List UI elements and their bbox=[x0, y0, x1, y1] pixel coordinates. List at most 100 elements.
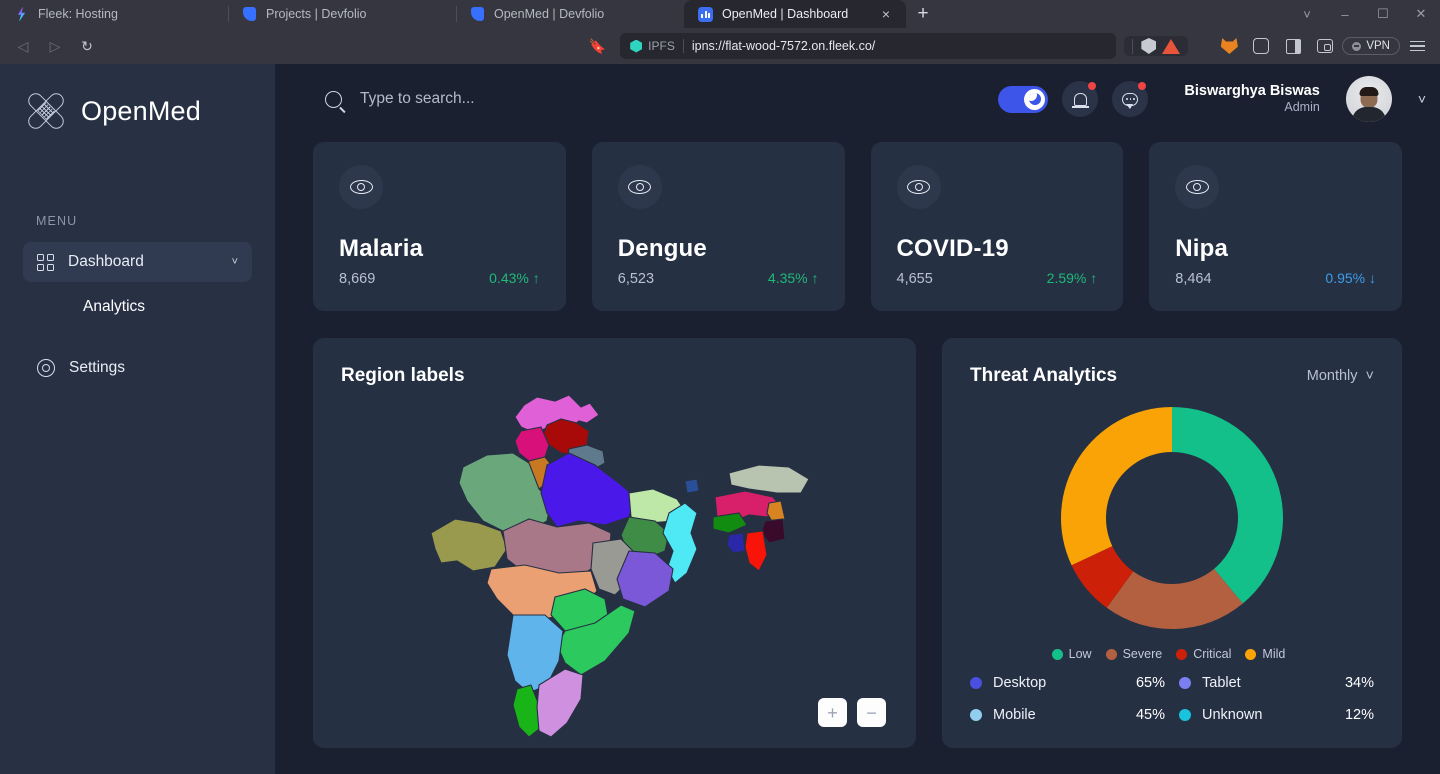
device-value: 65% bbox=[1135, 675, 1165, 691]
legend-label: Severe bbox=[1122, 647, 1163, 661]
stat-title: Malaria bbox=[339, 235, 424, 262]
user-info[interactable]: Biswarghya Biswas Admin bbox=[1184, 82, 1319, 116]
browser-tab[interactable]: Projects | Devfolio bbox=[228, 0, 456, 28]
search-input[interactable] bbox=[360, 90, 680, 108]
sidebar-item-analytics[interactable]: Analytics bbox=[23, 288, 252, 326]
region-sikkim bbox=[683, 478, 700, 494]
metamask-fox-icon[interactable] bbox=[1214, 32, 1244, 60]
toggle-knob bbox=[1024, 88, 1046, 110]
user-menu-chevron-down-icon[interactable]: ˅ bbox=[1418, 91, 1426, 107]
device-swatch bbox=[970, 709, 982, 721]
india-map[interactable]: + − bbox=[341, 387, 916, 738]
messages-button[interactable] bbox=[1112, 81, 1149, 117]
eye-icon bbox=[896, 165, 941, 209]
stat-card-grid: Malaria 8,669 0.43% ↑ Dengue 6,523 4.35%… bbox=[313, 142, 1402, 311]
side-panel-icon[interactable] bbox=[1278, 32, 1308, 60]
notification-badge bbox=[1088, 82, 1097, 90]
zoom-out-button[interactable]: − bbox=[857, 698, 886, 727]
map-zoom-controls: + − bbox=[818, 698, 886, 727]
avatar[interactable] bbox=[1345, 76, 1392, 122]
browser-menu-icon[interactable] bbox=[1402, 32, 1432, 60]
gear-icon bbox=[37, 359, 55, 377]
panel-title: Region labels bbox=[341, 365, 465, 386]
zoom-in-button[interactable]: + bbox=[818, 698, 847, 727]
eye-icon bbox=[617, 165, 662, 209]
device-swatch bbox=[970, 677, 982, 689]
puzzle-extensions-icon[interactable] bbox=[1246, 32, 1276, 60]
region-mizoram bbox=[743, 530, 768, 572]
new-tab-button[interactable]: + bbox=[906, 0, 940, 28]
sidebar-subitem-label: Analytics bbox=[83, 298, 146, 315]
bookmark-icon[interactable]: 🔖 bbox=[582, 32, 612, 60]
stat-card[interactable]: Dengue 6,523 4.35% ↑ bbox=[591, 142, 845, 311]
device-value: 45% bbox=[1135, 707, 1165, 723]
sidebar-item-settings[interactable]: Settings bbox=[23, 348, 252, 388]
india-map-svg[interactable] bbox=[429, 393, 829, 743]
chevron-down-icon[interactable]: ˅ bbox=[1288, 0, 1326, 28]
region-arunachal bbox=[727, 464, 810, 494]
device-label: Unknown bbox=[1202, 707, 1263, 723]
sidebar-item-dashboard[interactable]: Dashboard ˅ bbox=[23, 242, 252, 282]
brand-logo[interactable]: OpenMed bbox=[0, 76, 275, 146]
tab-strip: Fleek: Hosting Projects | Devfolio OpenM… bbox=[0, 0, 1440, 28]
moon-icon bbox=[1028, 93, 1041, 105]
stat-value: 6,523 bbox=[617, 271, 655, 287]
close-window-icon[interactable]: ✕ bbox=[1402, 0, 1440, 28]
tab-title: OpenMed | Devfolio bbox=[494, 7, 605, 21]
legend-item-low: Low bbox=[1051, 647, 1092, 661]
notifications-button[interactable] bbox=[1062, 81, 1099, 117]
close-tab-icon[interactable]: × bbox=[878, 7, 894, 21]
stat-delta: 0.95% ↓ bbox=[1325, 270, 1376, 286]
theme-toggle[interactable] bbox=[998, 85, 1049, 113]
wallet-icon[interactable] bbox=[1310, 32, 1340, 60]
stat-card[interactable]: COVID-19 4,655 2.59% ↑ bbox=[870, 142, 1124, 311]
stat-card[interactable]: Nipa 8,464 0.95% ↓ bbox=[1149, 142, 1402, 311]
region-odisha bbox=[615, 550, 674, 608]
device-row-mobile: Mobile 45% bbox=[970, 707, 1165, 723]
browser-tab-active[interactable]: OpenMed | Dashboard × bbox=[684, 0, 906, 28]
device-row-unknown: Unknown 12% bbox=[1179, 707, 1374, 723]
stat-title: Dengue bbox=[617, 235, 707, 262]
browser-tab[interactable]: OpenMed | Devfolio bbox=[456, 0, 684, 28]
sidebar: OpenMed MENU Dashboard ˅ Analytics Setti… bbox=[0, 64, 275, 774]
reload-icon[interactable]: ↻ bbox=[72, 32, 102, 60]
browser-tab[interactable]: Fleek: Hosting bbox=[0, 0, 228, 28]
legend-label: Low bbox=[1068, 647, 1092, 661]
donut-chart bbox=[970, 399, 1374, 637]
minimize-icon[interactable]: – bbox=[1326, 0, 1364, 28]
legend-swatch bbox=[1105, 648, 1117, 660]
period-selector[interactable]: Monthly ˅ bbox=[1307, 368, 1374, 384]
maximize-icon[interactable]: ☐ bbox=[1364, 0, 1402, 28]
vpn-label: VPN bbox=[1366, 40, 1390, 52]
region-labels-panel: Region labels + − bbox=[313, 338, 916, 748]
stat-value: 8,669 bbox=[339, 271, 376, 287]
bandage-cross-logo-icon bbox=[24, 89, 68, 133]
back-icon[interactable]: ◁ bbox=[8, 32, 38, 60]
user-name: Biswarghya Biswas bbox=[1184, 83, 1320, 100]
address-bar[interactable]: IPFS ipns://flat-wood-7572.on.fleek.co/ bbox=[620, 33, 1117, 59]
region-uttar-pradesh bbox=[539, 452, 636, 528]
vpn-button[interactable]: VPN bbox=[1342, 37, 1400, 55]
chat-icon bbox=[1122, 92, 1139, 109]
donut-slice-low[interactable] bbox=[1172, 407, 1283, 604]
forward-icon[interactable]: ▷ bbox=[40, 32, 70, 60]
window-controls: ˅ – ☐ ✕ bbox=[1288, 0, 1440, 28]
brave-extension-group bbox=[1124, 36, 1189, 56]
chevron-up-icon[interactable]: ˅ bbox=[232, 256, 238, 268]
brave-shield-icon[interactable] bbox=[1141, 38, 1157, 54]
region-tripura bbox=[725, 532, 746, 554]
fleek-icon bbox=[14, 6, 29, 22]
device-value: 34% bbox=[1344, 675, 1374, 691]
legend-label: Critical bbox=[1193, 647, 1232, 661]
stat-card[interactable]: Malaria 8,669 0.43% ↑ bbox=[313, 142, 566, 311]
period-label: Monthly bbox=[1306, 368, 1358, 384]
browser-window: Fleek: Hosting Projects | Devfolio OpenM… bbox=[0, 0, 1440, 774]
legend-label: Mild bbox=[1262, 647, 1286, 661]
donut-slice-mild[interactable] bbox=[1061, 407, 1172, 566]
panel-title: Threat Analytics bbox=[970, 365, 1118, 386]
stat-value: 8,464 bbox=[1175, 271, 1212, 287]
dashboard-main: Malaria 8,669 0.43% ↑ Dengue 6,523 4.35%… bbox=[275, 134, 1440, 774]
message-badge bbox=[1138, 82, 1147, 90]
legend-swatch bbox=[1176, 648, 1188, 660]
brave-rewards-icon[interactable] bbox=[1162, 38, 1181, 54]
